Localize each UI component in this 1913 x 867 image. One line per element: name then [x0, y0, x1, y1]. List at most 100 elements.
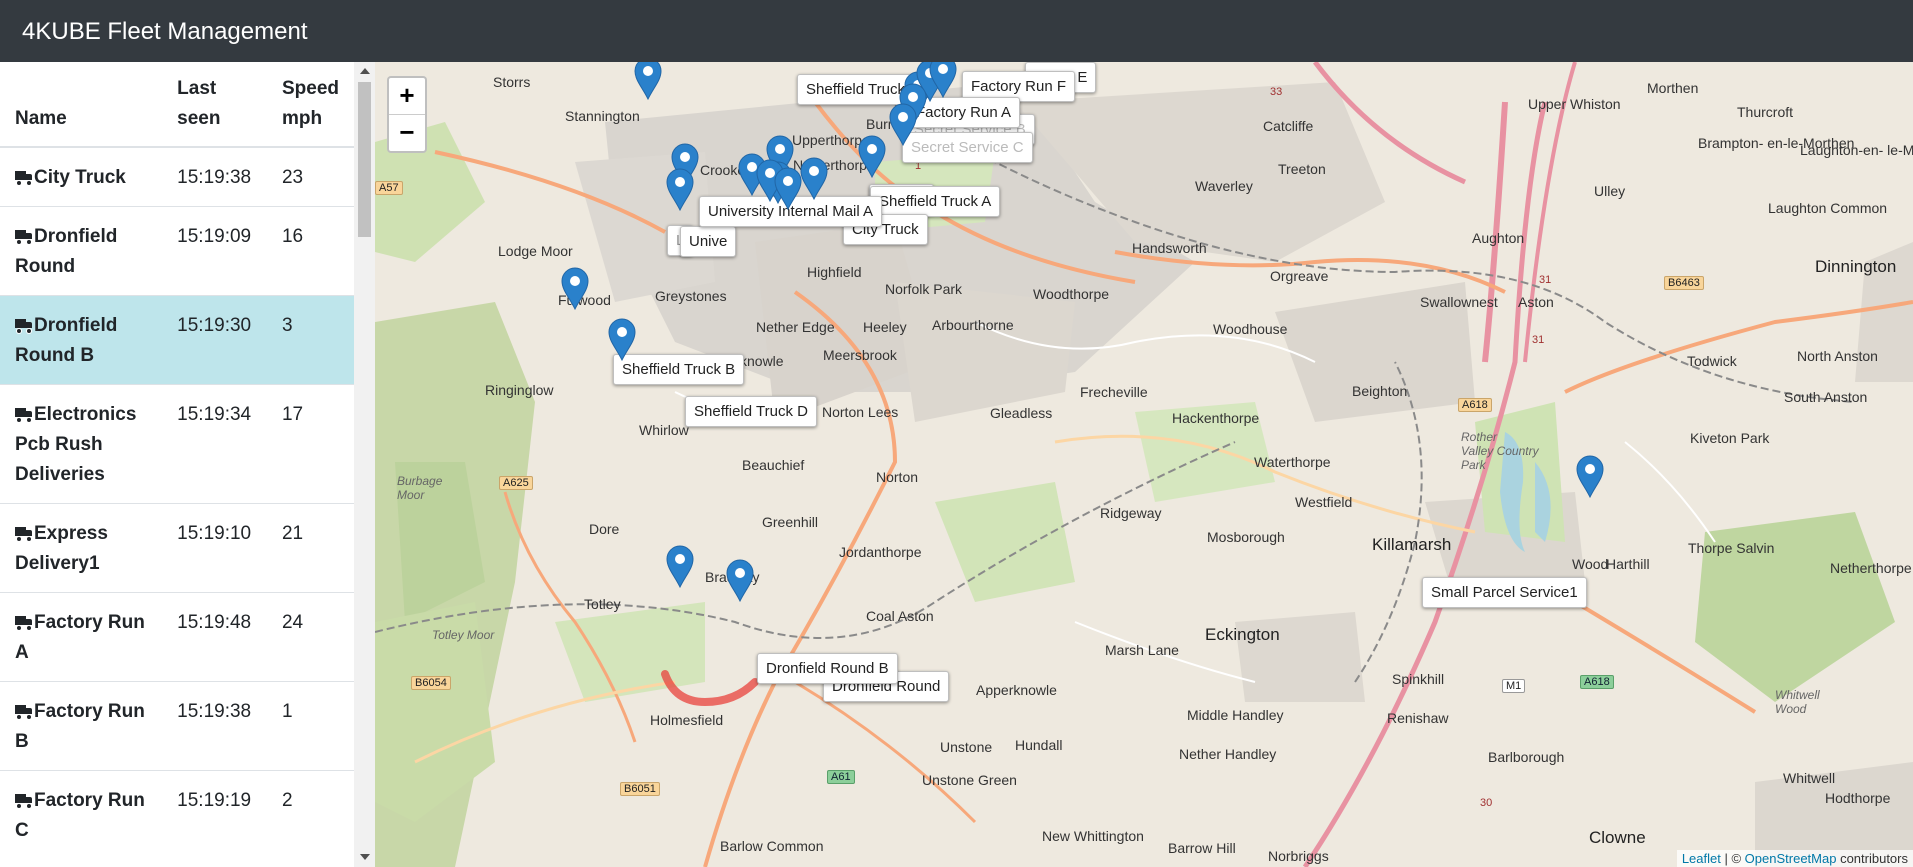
place-label: Coal Aston: [866, 608, 934, 624]
vehicle-tooltip[interactable]: Secret Service C: [902, 132, 1033, 163]
place-label: Jordanthorpe: [839, 544, 922, 560]
scroll-down-arrow-icon[interactable]: [360, 854, 370, 860]
speed-cell: 24: [266, 592, 354, 682]
tooltip-text: Sheffield Truck A: [879, 193, 992, 210]
road-label: A61: [827, 770, 855, 784]
truck-icon: [15, 170, 33, 186]
truck-icon: [15, 615, 33, 631]
vehicle-name-cell[interactable]: Factory Run A: [0, 592, 168, 682]
vehicle-name: Factory Run B: [15, 701, 145, 752]
place-label: North Anston: [1797, 348, 1878, 364]
leaflet-link[interactable]: Leaflet: [1682, 851, 1721, 866]
vehicle-marker-icon[interactable]: [857, 134, 887, 178]
zoom-in-button[interactable]: +: [389, 78, 425, 115]
vehicle-marker-icon[interactable]: [928, 62, 958, 98]
table-row[interactable]: Factory Run A 15:19:48 24: [0, 592, 354, 682]
place-label: Norton Lees: [822, 404, 899, 420]
column-header-name[interactable]: Name: [0, 62, 168, 148]
table-row[interactable]: Electronics Pcb Rush Deliveries 15:19:34 1…: [0, 384, 354, 504]
vehicle-name-cell[interactable]: Dronfield Round: [0, 206, 168, 296]
place-label: Heeley: [863, 319, 907, 335]
truck-icon: [15, 793, 33, 809]
vehicle-marker-icon[interactable]: [888, 102, 918, 146]
vehicle-tooltip[interactable]: Dronfield Round B: [757, 653, 898, 684]
table-row[interactable]: Dronfield Round B 15:19:30 3: [0, 295, 354, 385]
table-row[interactable]: Factory Run C 15:19:19 2: [0, 770, 354, 859]
place-label: Renishaw: [1387, 710, 1449, 726]
vehicle-name-cell[interactable]: City Truck: [0, 146, 168, 207]
place-label: Harthill: [1606, 556, 1650, 572]
scroll-up-arrow-icon[interactable]: [360, 68, 370, 74]
place-label: Greystones: [655, 288, 727, 304]
vehicle-marker-icon[interactable]: [607, 317, 637, 361]
place-label: Apperknowle: [976, 682, 1057, 698]
vehicle-marker-icon[interactable]: [799, 156, 829, 200]
table-row[interactable]: City Truck 15:19:38 23: [0, 146, 354, 207]
place-label: Nether Edge: [756, 319, 835, 335]
vehicle-tooltip[interactable]: Sheffield Truck A: [870, 186, 1001, 217]
place-label: Norbriggs: [1268, 848, 1329, 864]
place-label: Woodthorpe: [1033, 286, 1110, 302]
osm-link[interactable]: OpenStreetMap: [1745, 851, 1837, 866]
vehicle-marker-icon[interactable]: [633, 62, 663, 100]
table-row[interactable]: Factory Run B 15:19:38 1: [0, 681, 354, 771]
column-header-last-seen[interactable]: Last seen: [167, 62, 267, 148]
scrollbar-thumb[interactable]: [358, 82, 371, 237]
vehicle-name-cell[interactable]: Factory Run B: [0, 681, 168, 771]
vehicle-name-cell[interactable]: Express Delivery1: [0, 503, 168, 593]
vehicle-marker-icon[interactable]: [665, 167, 695, 211]
zoom-out-button[interactable]: −: [389, 115, 425, 151]
place-label: Norfolk Park: [885, 281, 963, 297]
vehicle-marker-icon[interactable]: [725, 558, 755, 602]
vehicle-tooltip[interactable]: Small Parcel Service1: [1422, 577, 1587, 608]
last-seen-cell: 15:19:48: [167, 592, 267, 682]
truck-icon: [15, 229, 33, 245]
sidebar-scrollbar[interactable]: [354, 62, 375, 867]
place-label: Greenhill: [762, 514, 819, 530]
place-label: Dore: [589, 521, 620, 537]
vehicle-tooltip[interactable]: Unive: [680, 226, 737, 257]
vehicle-table: Name Last seen Speed mph City Truck 15:19:3…: [0, 62, 354, 859]
place-label: Unstone Green: [922, 772, 1017, 788]
table-row[interactable]: Express Delivery1 15:19:10 21: [0, 503, 354, 593]
place-label: Hodthorpe: [1825, 790, 1891, 806]
map-view[interactable]: Storrs Stannington Upperthorpe Burngreav…: [375, 62, 1913, 867]
vehicle-marker-icon[interactable]: [773, 166, 803, 210]
vehicle-name-cell[interactable]: Dronfield Round B: [0, 295, 168, 385]
place-label: South Anston: [1784, 389, 1868, 405]
vehicle-marker-icon[interactable]: [560, 266, 590, 310]
place-label: Middle Handley: [1187, 707, 1284, 723]
place-label: New Whittington: [1042, 828, 1144, 844]
road-label: A57: [375, 181, 403, 195]
speed-cell: 23: [266, 146, 354, 207]
place-label: Hundall: [1015, 737, 1063, 753]
last-seen-cell: 15:19:09: [167, 206, 267, 296]
vehicle-marker-icon[interactable]: [665, 544, 695, 588]
place-label: Aston: [1518, 294, 1554, 310]
vehicle-marker-icon[interactable]: [1575, 454, 1605, 498]
zoom-control: + −: [387, 76, 427, 153]
attribution-separator: | ©: [1720, 851, 1745, 866]
vehicle-tooltip[interactable]: Sheffield Truck D: [685, 396, 817, 427]
place-label: Unstone: [940, 739, 993, 755]
place-label: Whirlow: [639, 422, 689, 438]
place-label: Waverley: [1195, 178, 1253, 194]
place-label: Totley: [584, 596, 621, 612]
place-label: Meersbrook: [823, 347, 897, 363]
place-label: Totley Moor: [432, 628, 495, 642]
vehicle-name-cell[interactable]: Factory Run C: [0, 770, 168, 859]
road-label: A618: [1458, 398, 1492, 412]
table-header-row: Name Last seen Speed mph: [0, 62, 354, 148]
last-seen-cell: 15:19:38: [167, 146, 267, 207]
table-row[interactable]: Dronfield Round 15:19:09 16: [0, 206, 354, 296]
place-label: Spinkhill: [1392, 671, 1445, 687]
last-seen-cell: 15:19:38: [167, 681, 267, 771]
speed-cell: 16: [266, 206, 354, 296]
place-label: Frecheville: [1080, 384, 1148, 400]
place-label: Treeton: [1278, 161, 1326, 177]
place-label: Eckington: [1205, 625, 1280, 644]
vehicle-name-cell[interactable]: Electronics Pcb Rush Deliveries: [0, 384, 168, 504]
place-label: Barlborough: [1488, 749, 1565, 765]
last-seen-cell: 15:19:19: [167, 770, 267, 859]
column-header-speed[interactable]: Speed mph: [266, 62, 354, 148]
